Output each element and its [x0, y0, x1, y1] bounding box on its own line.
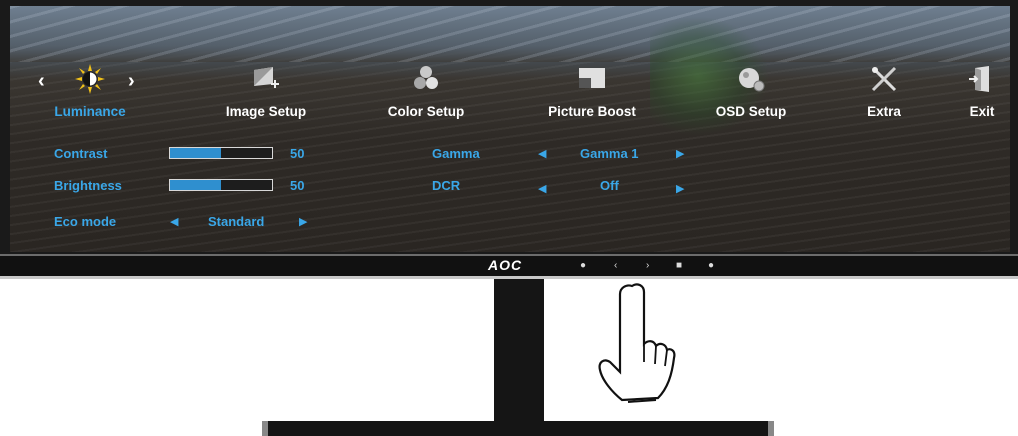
- menu-item-image-setup[interactable]: Image Setup: [210, 58, 322, 124]
- brightness-label: Brightness: [54, 178, 122, 193]
- image-setup-icon: [254, 67, 279, 88]
- contrast-value: 50: [290, 146, 305, 161]
- eco-mode-label: Eco mode: [54, 214, 117, 229]
- brand-logo: AOC: [488, 257, 523, 273]
- osd-setup-icon: [739, 68, 765, 92]
- brightness-slider[interactable]: [169, 179, 273, 191]
- gamma-value: Gamma 1: [580, 146, 639, 161]
- right-key-button[interactable]: ›: [646, 260, 649, 271]
- dcr-label: DCR: [432, 178, 461, 193]
- stand-base-edge: [262, 421, 268, 436]
- menu-item-luminance[interactable]: Luminance: [40, 58, 140, 124]
- eco-mode-right-arrow-icon[interactable]: ▶: [299, 215, 307, 228]
- menu-key-button[interactable]: ■: [676, 260, 682, 271]
- auto-key-button[interactable]: ●: [708, 260, 714, 271]
- left-key-button[interactable]: ‹: [614, 260, 617, 271]
- menu-item-label: Picture Boost: [548, 104, 636, 119]
- dcr-right-arrow-icon[interactable]: ▶: [676, 182, 684, 195]
- eco-mode-value: Standard: [208, 214, 265, 229]
- contrast-slider-fill: [170, 148, 221, 158]
- osd-main-menu: ‹ › Luminance Image Setup Color Setup Pi…: [10, 58, 1010, 124]
- gamma-label: Gamma: [432, 146, 480, 161]
- menu-item-exit[interactable]: Exit: [956, 58, 1008, 124]
- picture-boost-icon: [579, 68, 605, 88]
- menu-item-osd-setup[interactable]: OSD Setup: [698, 58, 804, 124]
- menu-item-label: Luminance: [54, 104, 126, 119]
- monitor-bottom-bezel: AOC ● ‹ › ■ ●: [0, 254, 1018, 278]
- stand-base-edge: [768, 421, 774, 436]
- menu-item-color-setup[interactable]: Color Setup: [370, 58, 482, 124]
- dcr-value: Off: [600, 178, 619, 193]
- tools-icon: [871, 66, 897, 92]
- stand-neck: [494, 279, 544, 421]
- dcr-left-arrow-icon[interactable]: ◀: [538, 182, 546, 195]
- menu-item-label: Color Setup: [387, 104, 465, 119]
- menu-item-label: Extra: [867, 104, 901, 119]
- menu-item-extra[interactable]: Extra: [844, 58, 924, 124]
- power-button[interactable]: ●: [580, 260, 586, 271]
- exit-door-icon: [969, 66, 989, 92]
- menu-item-label: OSD Setup: [715, 104, 787, 119]
- menu-item-picture-boost[interactable]: Picture Boost: [532, 58, 652, 124]
- eco-mode-left-arrow-icon[interactable]: ◀: [170, 215, 178, 228]
- menu-item-label: Image Setup: [225, 104, 307, 119]
- brightness-value: 50: [290, 178, 305, 193]
- sun-icon: [75, 64, 105, 94]
- brightness-slider-fill: [170, 180, 221, 190]
- gamma-right-arrow-icon[interactable]: ▶: [676, 147, 684, 160]
- gamma-left-arrow-icon[interactable]: ◀: [538, 147, 546, 160]
- contrast-label: Contrast: [54, 146, 108, 161]
- wallpaper-sky: [10, 6, 1010, 62]
- monitor-screen: ‹ › Luminance Image Setup Color Setup Pi…: [10, 6, 1010, 252]
- contrast-slider[interactable]: [169, 147, 273, 159]
- pointing-hand-icon: [598, 283, 676, 403]
- menu-item-label: Exit: [969, 104, 995, 119]
- color-setup-icon: [414, 66, 438, 89]
- stand-base: [262, 421, 774, 436]
